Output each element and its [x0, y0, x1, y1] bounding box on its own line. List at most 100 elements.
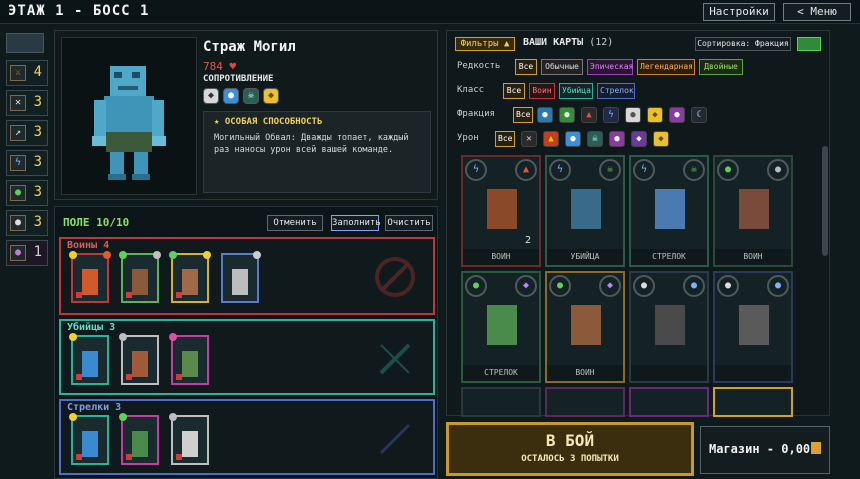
moon-faction-icon[interactable]: ☾	[691, 107, 707, 123]
card-stack-icon[interactable]	[6, 33, 44, 53]
gold-icon: ◆	[263, 88, 279, 104]
arrow-watermark-icon	[379, 423, 411, 455]
poison-damage-icon[interactable]: ☠	[587, 131, 603, 147]
class-warrior[interactable]: Воин	[529, 83, 555, 99]
lightning-icon: ϟ	[549, 159, 571, 181]
field-title: ПОЛЕ 10/10	[63, 216, 130, 229]
assassins-group: Убийцы 3	[59, 319, 435, 395]
water-damage-icon[interactable]: ●	[565, 131, 581, 147]
fire-faction-icon[interactable]: ▲	[581, 107, 597, 123]
card-badge: 2	[524, 235, 531, 246]
holy-damage-icon[interactable]: ◆	[653, 131, 669, 147]
rarity-all[interactable]: Все	[515, 59, 537, 75]
hero-card[interactable]: ϟ ☠ СТРЕЛОК	[629, 155, 709, 267]
ghost-icon: ●	[633, 275, 655, 297]
shop-button[interactable]: Магазин - 0,00	[700, 426, 830, 474]
sword-watermark-icon	[375, 257, 415, 297]
rarity-epic[interactable]: Эпическая	[587, 59, 633, 75]
cancel-button[interactable]: Отменить	[267, 215, 323, 231]
cards-panel: Фильтры ▲ ВАШИ КАРТЫ (12) Сортировка: Фр…	[446, 30, 830, 417]
faction-label: Фракция	[457, 109, 495, 119]
fill-button[interactable]: Заполнить	[331, 215, 381, 231]
gold-faction-icon[interactable]: ◆	[647, 107, 663, 123]
ghost-faction-icon[interactable]: ●	[625, 107, 641, 123]
void-faction-icon[interactable]: ●	[669, 107, 685, 123]
sort-toggle[interactable]	[797, 37, 821, 51]
assassin-counter: ✕ 3	[6, 90, 48, 116]
arcane-damage-icon[interactable]: ◆	[631, 131, 647, 147]
settings-button[interactable]: Настройки	[703, 3, 775, 21]
boss-sprite	[92, 66, 166, 180]
water-faction-icon[interactable]: ●	[537, 107, 553, 123]
class-all[interactable]: Все	[503, 83, 525, 99]
boss-portrait	[61, 37, 197, 195]
coin-icon	[811, 442, 821, 454]
arcane-icon: ◆	[599, 275, 621, 297]
fire-damage-icon[interactable]: ▲	[543, 131, 559, 147]
hero-slot[interactable]	[69, 333, 109, 385]
triangle-up-icon: ▲	[503, 39, 510, 49]
hero-card[interactable]: ● ● ВОИН	[713, 155, 793, 267]
filters-button[interactable]: Фильтры ▲	[455, 37, 515, 51]
cards-scrollbar[interactable]	[822, 146, 828, 256]
archer-counter: ↗ 3	[6, 120, 48, 146]
warriors-group-label: Воины 4	[67, 240, 110, 251]
page-title: ЭТАЖ 1 - БОСС 1	[8, 3, 150, 19]
hero-card[interactable]: ● ●	[629, 271, 709, 383]
hero-slot[interactable]	[69, 413, 109, 465]
hero-card[interactable]: ϟ ▲ 2 ВОИН	[461, 155, 541, 267]
leaf-icon: ●	[717, 159, 739, 181]
faction-all[interactable]: Все	[513, 107, 533, 123]
rarity-double[interactable]: Двойные	[699, 59, 743, 75]
cards-title: ВАШИ КАРТЫ (12)	[523, 37, 613, 48]
hero-card[interactable]: ϟ ☠ УБИЙЦА	[545, 155, 625, 267]
fight-button[interactable]: В БОЙ ОСТАЛОСЬ 3 ПОПЫТКИ	[446, 422, 694, 476]
ghost-counter: ● 3	[6, 210, 48, 236]
warrior-counter: ⚔ 4	[6, 60, 48, 86]
hero-card[interactable]	[545, 387, 625, 417]
hero-slot[interactable]	[119, 333, 159, 385]
hero-slot[interactable]	[221, 251, 261, 303]
hero-card[interactable]: ● ◆ ВОИН	[545, 271, 625, 383]
leaf-icon: ●	[549, 275, 571, 297]
fight-label: В БОЙ	[545, 431, 595, 450]
class-archer[interactable]: Стрелок	[597, 83, 635, 99]
damage-all[interactable]: Все	[495, 131, 515, 147]
hero-slot[interactable]	[169, 333, 209, 385]
card-class-label: СТРЕЛОК	[631, 249, 707, 265]
card-class-label: ВОИН	[547, 365, 623, 381]
rarity-legendary[interactable]: Легендарная	[637, 59, 695, 75]
hero-slot[interactable]	[169, 413, 209, 465]
filters-label: Фильтры	[460, 39, 499, 49]
menu-button[interactable]: < Меню	[783, 3, 851, 21]
hero-slot[interactable]	[69, 251, 111, 303]
boss-name: Страж Могил	[203, 39, 296, 55]
rarity-common[interactable]: Обычные	[541, 59, 583, 75]
hero-card[interactable]	[713, 387, 793, 417]
hero-card[interactable]: ● ◆ СТРЕЛОК	[461, 271, 541, 383]
resistance-label: СОПРОТИВЛЕНИЕ	[203, 74, 274, 84]
hero-slot[interactable]	[119, 251, 161, 303]
lightning-faction-icon[interactable]: ϟ	[603, 107, 619, 123]
hero-slot[interactable]	[169, 251, 211, 303]
hero-card[interactable]: ● ●	[713, 271, 793, 383]
card-class-label: УБИЙЦА	[547, 249, 623, 265]
clear-button[interactable]: Очистить	[385, 215, 433, 231]
water-icon: ●	[223, 88, 239, 104]
hero-card[interactable]	[629, 387, 709, 417]
hero-slot[interactable]	[119, 413, 159, 465]
fire-icon: ▲	[515, 159, 537, 181]
physical-damage-icon[interactable]: ✕	[521, 131, 537, 147]
special-ability-box: ★ ОСОБАЯ СПОСОБНОСТЬ Могильный Обвал: Дв…	[203, 111, 431, 193]
boss-hp: 784 ♥	[203, 60, 236, 73]
rarity-label: Редкость	[457, 61, 501, 71]
hero-card[interactable]	[461, 387, 541, 417]
arrows-icon: ↗	[10, 125, 26, 141]
leaf-faction-icon[interactable]: ●	[559, 107, 575, 123]
leaf-icon: ●	[10, 185, 26, 201]
damage-label: Урон	[457, 133, 479, 143]
class-assassin[interactable]: Убийца	[559, 83, 593, 99]
void-damage-icon[interactable]: ●	[609, 131, 625, 147]
sort-dropdown[interactable]: Сортировка: Фракция	[695, 37, 791, 51]
ability-description: Могильный Обвал: Дважды топает, каждый р…	[214, 133, 409, 155]
